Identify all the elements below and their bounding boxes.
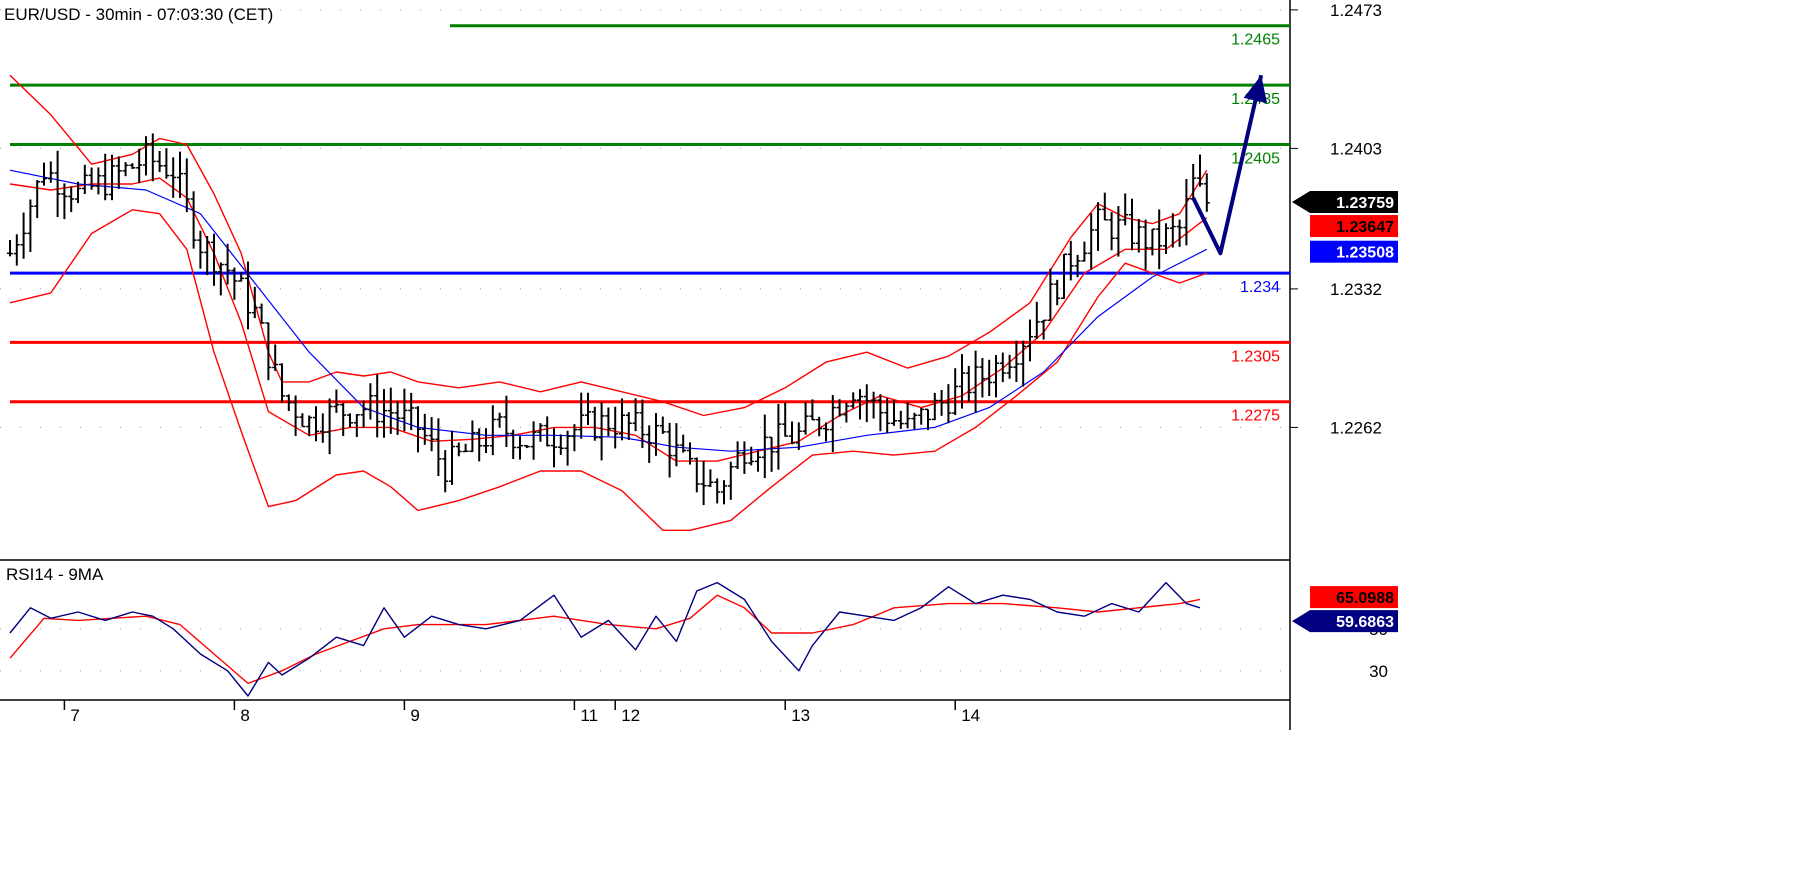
price-badge-label: 1.23759 (1336, 195, 1394, 212)
level-label: 1.2305 (1231, 348, 1280, 365)
price-badge: 1.23647 (1310, 215, 1398, 238)
price-badge-label: 65.0988 (1336, 590, 1394, 607)
x-tick-label: 13 (791, 706, 810, 725)
level-label: 1.2405 (1231, 150, 1280, 167)
bollinger-upper-line (9, 74, 1208, 417)
chart-title: EUR/USD - 30min - 07:03:30 (CET) (4, 5, 273, 24)
x-tick-label: 9 (410, 706, 419, 725)
rsi-line (9, 581, 1201, 697)
y-tick-label: 1.2403 (1330, 139, 1382, 158)
price-badge: 1.23508 (1310, 240, 1398, 263)
bollinger-lower-line (9, 209, 1208, 531)
ohlc-bars (7, 133, 1210, 506)
x-tick-label: 7 (70, 706, 79, 725)
x-tick-label: 8 (240, 706, 249, 725)
x-tick-label: 14 (961, 706, 980, 725)
y-tick-label: 1.2473 (1330, 1, 1382, 20)
level-label: 1.2465 (1231, 32, 1280, 49)
rsi-title: RSI14 - 9MA (6, 565, 104, 584)
rsi-ma-line (9, 594, 1201, 685)
price-chart: 1.24731.24031.23321.22621.24651.24351.24… (0, 0, 1398, 730)
rsi-badge: 59.6863 (1292, 610, 1398, 633)
level-label: 1.234 (1240, 279, 1280, 296)
level-label: 1.2275 (1231, 408, 1280, 425)
chart-root: 1.24731.24031.23321.22621.24651.24351.24… (0, 0, 1800, 874)
rsi-y-tick-label: 30 (1369, 662, 1388, 681)
y-tick-label: 1.2332 (1330, 280, 1382, 299)
price-badge-label: 1.23647 (1336, 219, 1394, 236)
price-badge: 1.23759 (1292, 191, 1398, 214)
price-badge-label: 1.23508 (1336, 245, 1394, 262)
x-tick-label: 11 (580, 706, 598, 725)
x-tick-label: 12 (621, 706, 640, 725)
y-tick-label: 1.2262 (1330, 418, 1382, 437)
rsi-badge: 65.0988 (1310, 586, 1398, 609)
price-badge-label: 59.6863 (1336, 614, 1394, 631)
